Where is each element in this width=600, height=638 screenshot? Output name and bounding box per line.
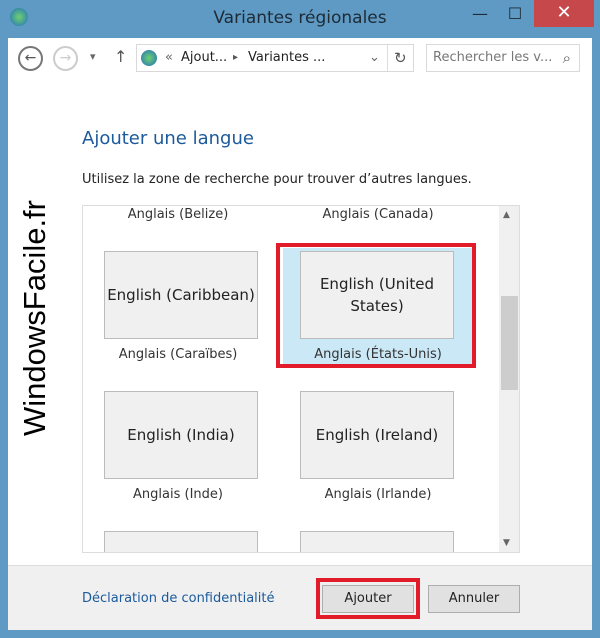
scroll-up-icon[interactable]: ▲: [503, 210, 510, 220]
description: Utilisez la zone de recherche pour trouv…: [82, 172, 472, 187]
address-bar[interactable]: « Ajout... ▸ Variantes ... ⌄ ↻: [136, 44, 414, 72]
highlight-box: [276, 243, 476, 368]
language-label[interactable]: Anglais (Canada): [283, 207, 473, 222]
language-label[interactable]: Anglais (Belize): [83, 207, 273, 222]
breadcrumb-separator-icon: ▸: [233, 52, 239, 63]
forward-button[interactable]: →: [53, 46, 78, 71]
privacy-link[interactable]: Déclaration de confidentialité: [82, 591, 274, 606]
language-tile[interactable]: [300, 531, 454, 552]
search-placeholder: Rechercher les v...: [433, 50, 553, 65]
search-input[interactable]: Rechercher les v... ⌕: [426, 44, 580, 72]
language-label: Anglais (Irlande): [324, 487, 432, 502]
breadcrumb-overflow[interactable]: «: [165, 45, 173, 71]
search-icon[interactable]: ⌕: [563, 45, 571, 71]
language-label: Anglais (Caraïbes): [118, 347, 238, 362]
divider: [387, 45, 388, 71]
minimize-button[interactable]: —: [465, 4, 495, 26]
scroll-down-icon[interactable]: ▼: [503, 538, 510, 548]
address-dropdown-icon[interactable]: ⌄: [369, 45, 380, 71]
language-label: Anglais (Inde): [133, 487, 223, 502]
breadcrumb-item[interactable]: Ajout...: [181, 45, 227, 71]
page-title: Ajouter une langue: [82, 128, 254, 149]
refresh-icon[interactable]: ↻: [394, 45, 407, 71]
language-tile-english-caribbean[interactable]: English (Caribbean): [104, 251, 258, 339]
watermark: WindowsFacile.fr: [17, 200, 52, 436]
language-tile-english-ireland[interactable]: English (Ireland): [300, 391, 454, 479]
back-button[interactable]: ←: [18, 46, 43, 71]
location-icon: [141, 50, 157, 66]
language-tile-english-india[interactable]: English (India): [104, 391, 258, 479]
close-button[interactable]: ✕: [534, 0, 594, 27]
scrollbar-thumb[interactable]: [501, 296, 518, 390]
maximize-button[interactable]: ☐: [500, 4, 530, 26]
up-button[interactable]: ↑: [114, 47, 127, 66]
cancel-button[interactable]: Annuler: [428, 585, 520, 613]
add-button[interactable]: Ajouter: [322, 585, 414, 613]
language-tile[interactable]: [104, 531, 258, 552]
recent-locations-button[interactable]: ▾: [90, 50, 96, 63]
breadcrumb-item[interactable]: Variantes ...: [248, 45, 325, 71]
